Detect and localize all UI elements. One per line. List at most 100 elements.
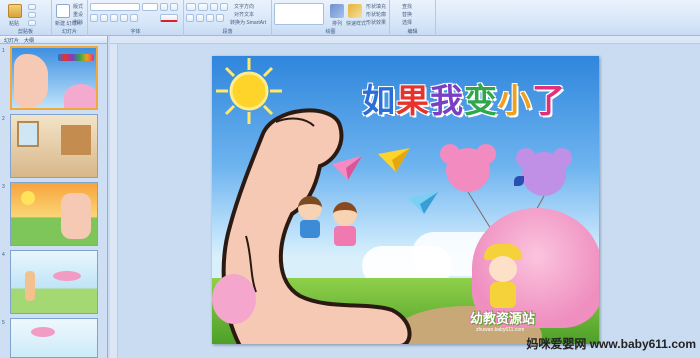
swing-girl-body — [490, 282, 516, 308]
cherry-tree-left — [212, 274, 256, 324]
paragraph-group-label: 段落 — [222, 29, 233, 35]
underline-button[interactable] — [110, 14, 118, 22]
horizontal-ruler — [110, 36, 700, 44]
shape-fill-button[interactable]: 形状填充 — [366, 3, 386, 10]
swing-girl-figure — [480, 244, 526, 316]
align-text-button[interactable]: 对齐文本 — [234, 11, 254, 18]
delete-button[interactable]: 删除 — [73, 19, 83, 26]
shape-outline-button[interactable]: 形状轮廓 — [366, 11, 386, 18]
tab-slides[interactable]: 幻灯片 — [4, 37, 19, 44]
tab-outline[interactable]: 大纲 — [24, 37, 34, 44]
paste-icon[interactable] — [8, 4, 22, 18]
slides-group: 新建 幻灯片 版式 重设 删除 幻灯片 — [52, 0, 88, 36]
vertical-ruler — [110, 44, 118, 358]
align-right-button[interactable] — [206, 14, 214, 22]
thumb-arm-shape-3 — [61, 193, 91, 239]
strikethrough-button[interactable] — [120, 14, 128, 22]
increase-indent-button[interactable] — [220, 3, 228, 11]
paste-button-label[interactable]: 粘贴 — [9, 20, 19, 27]
drawing-group-label: 绘图 — [325, 29, 336, 35]
thumb-balloons — [53, 271, 81, 281]
slide-thumbnail-2[interactable] — [10, 114, 98, 178]
slide-number-4: 4 — [2, 252, 5, 258]
copy-button[interactable] — [28, 12, 36, 18]
clipboard-group: 粘贴 剪贴板 — [0, 0, 52, 36]
justify-button[interactable] — [216, 14, 224, 22]
slide-thumbnail-5[interactable] — [10, 318, 98, 358]
arrange-icon[interactable] — [330, 4, 344, 18]
site-logo: 幼教资源站 zhuwan.baby611.com — [470, 308, 535, 333]
slide-canvas[interactable]: 如果我变小了 幼教资源站 zhuwan.baby611.com — [212, 56, 599, 344]
font-name-select[interactable] — [90, 3, 140, 11]
thumb-figure — [25, 271, 35, 301]
girl-body — [334, 226, 356, 246]
new-slide-icon[interactable] — [56, 4, 70, 18]
font-color-button[interactable] — [160, 14, 178, 22]
thumb-title-bar — [58, 54, 94, 61]
paragraph-group: 文字方向 对齐文本 转换为 SmartArt 段落 — [184, 0, 272, 36]
replace-button[interactable]: 替换 — [402, 11, 412, 18]
slide-number-1: 1 — [2, 48, 5, 54]
site-logo-subtext: zhuwan.baby611.com — [476, 327, 525, 333]
slide-thumbnail-pane: 幻灯片 大纲 1 2 3 4 5 — [0, 36, 108, 358]
thumb-flowers — [64, 84, 96, 108]
title-char-3: 我 — [430, 81, 464, 120]
shape-effects-button[interactable]: 形状效果 — [366, 19, 386, 26]
reset-button[interactable]: 重设 — [73, 11, 83, 18]
shadow-button[interactable] — [130, 14, 138, 22]
title-char-4: 变 — [464, 81, 498, 120]
grow-font-button[interactable] — [160, 3, 168, 11]
find-button[interactable]: 查找 — [402, 3, 412, 10]
title-char-5: 小 — [498, 81, 532, 120]
girl-head — [333, 202, 357, 226]
shrink-font-button[interactable] — [170, 3, 178, 11]
butterfly-icon — [514, 176, 524, 186]
clipboard-group-label: 剪贴板 — [17, 29, 33, 35]
boy-body — [300, 220, 320, 238]
quick-styles-icon[interactable] — [348, 4, 362, 18]
site-logo-text: 幼教资源站 — [470, 311, 536, 326]
numbering-button[interactable] — [198, 3, 208, 11]
quick-styles-button-label[interactable]: 快速样式 — [346, 20, 366, 27]
bold-button[interactable] — [90, 14, 98, 22]
select-button[interactable]: 选择 — [402, 19, 412, 26]
slide-thumbnail-4[interactable] — [10, 250, 98, 314]
pane-tabs: 幻灯片 大纲 — [0, 36, 107, 44]
ribbon: 粘贴 剪贴板 新建 幻灯片 版式 重设 删除 幻灯片 字体 文字方向 对齐文本 … — [0, 0, 700, 36]
cut-button[interactable] — [28, 4, 36, 10]
boy-figure — [294, 196, 326, 238]
slides-group-label: 幻灯片 — [61, 29, 77, 35]
swing-girl-face — [489, 256, 517, 282]
drawing-group: 排列 快速样式 形状填充 形状轮廓 形状效果 绘图 — [272, 0, 390, 36]
watermark-text: 妈咪爱婴网 www.baby611.com — [526, 337, 696, 351]
convert-smartart-button[interactable]: 转换为 SmartArt — [230, 19, 266, 26]
thumb-shelf — [61, 125, 91, 155]
slide-number-3: 3 — [2, 184, 5, 190]
italic-button[interactable] — [100, 14, 108, 22]
thumb-balloons-5 — [31, 327, 55, 337]
arrange-button-label[interactable]: 排列 — [332, 20, 342, 27]
font-group: 字体 — [88, 0, 184, 36]
align-center-button[interactable] — [196, 14, 204, 22]
editing-group: 查找 替换 选择 编辑 — [390, 0, 436, 36]
girl-figure — [330, 202, 360, 246]
font-group-label: 字体 — [130, 29, 141, 35]
title-char-6: 了 — [532, 81, 566, 120]
text-direction-button[interactable]: 文字方向 — [234, 3, 254, 10]
font-size-select[interactable] — [142, 3, 158, 11]
slide-thumbnail-3[interactable] — [10, 182, 98, 246]
layout-button[interactable]: 版式 — [73, 3, 83, 10]
shapes-gallery[interactable] — [274, 3, 324, 25]
thumb-window — [17, 121, 39, 147]
format-painter-button[interactable] — [28, 20, 36, 26]
slide-number-2: 2 — [2, 116, 5, 122]
boy-head — [298, 196, 322, 220]
editing-group-label: 编辑 — [407, 29, 418, 35]
slide-number-5: 5 — [2, 320, 5, 326]
thumb-arm-shape — [14, 54, 48, 108]
bullets-button[interactable] — [186, 3, 196, 11]
decrease-indent-button[interactable] — [210, 3, 218, 11]
thumb-sun — [21, 191, 35, 205]
slide-thumbnail-1[interactable] — [10, 46, 98, 110]
align-left-button[interactable] — [186, 14, 194, 22]
